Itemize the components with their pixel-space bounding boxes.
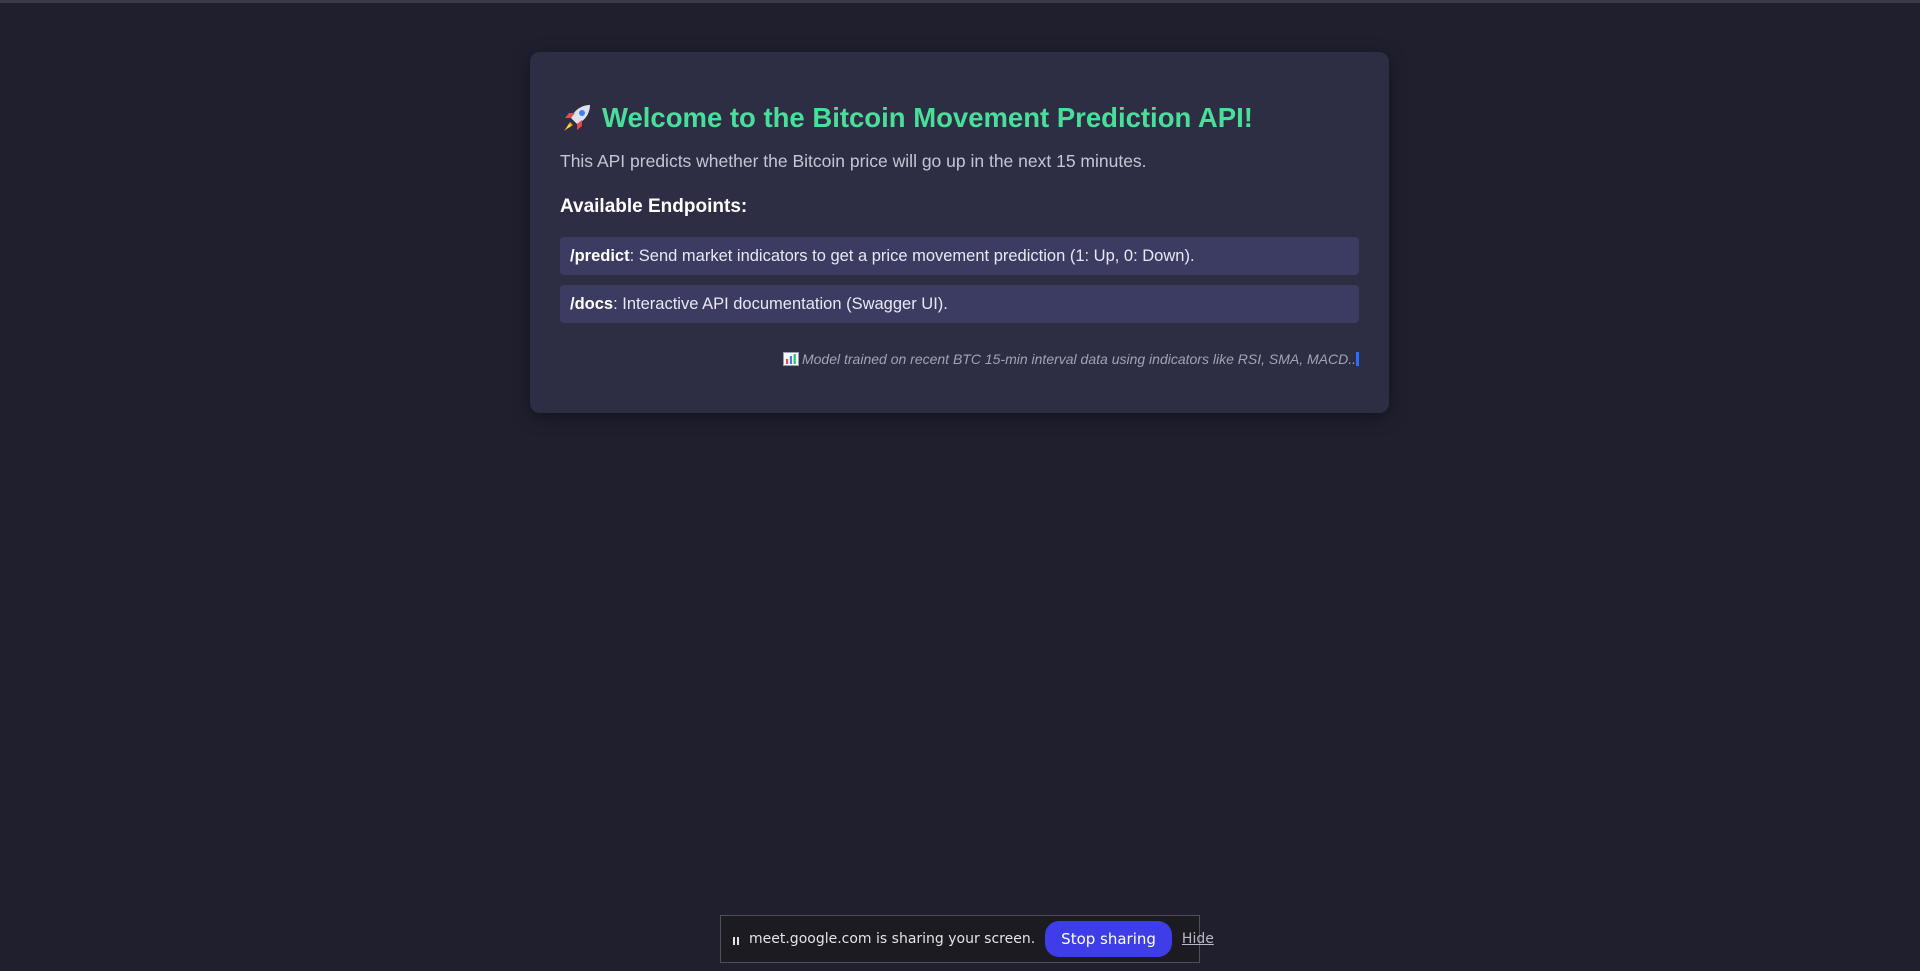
endpoint-description: : Send market indicators to get a price … — [629, 246, 1195, 265]
endpoints-heading: Available Endpoints: — [560, 196, 748, 217]
screen-share-bar: meet.google.com is sharing your screen. … — [720, 915, 1214, 963]
endpoint-list: /predict : Send market indicators to get… — [560, 237, 1359, 323]
bar-chart-icon — [782, 352, 799, 366]
stop-sharing-button[interactable]: Stop sharing — [1045, 921, 1172, 957]
intro-text: This API predicts whether the Bitcoin pr… — [560, 151, 1147, 171]
footnote-text: Model trained on recent BTC 15-min inter… — [801, 351, 1356, 367]
welcome-card: Welcome to the Bitcoin Movement Predicti… — [530, 52, 1389, 413]
page-title-text: Welcome to the Bitcoin Movement Predicti… — [602, 102, 1253, 133]
page-title: Welcome to the Bitcoin Movement Predicti… — [560, 98, 1359, 138]
share-message: meet.google.com is sharing your screen. — [749, 931, 1036, 947]
endpoint-path: /docs — [570, 294, 614, 313]
endpoint-docs: /docs : Interactive API documentation (S… — [560, 285, 1359, 323]
model-footnote: Model trained on recent BTC 15-min inter… — [560, 351, 1359, 367]
endpoint-path: /predict — [570, 246, 630, 265]
text-cursor — [1356, 352, 1359, 366]
endpoint-predict: /predict : Send market indicators to get… — [560, 237, 1359, 275]
endpoint-description: : Interactive API documentation (Swagger… — [613, 294, 948, 313]
pause-icon — [731, 934, 741, 945]
hide-link[interactable]: Hide — [1182, 931, 1214, 947]
browser-top-edge — [0, 0, 1920, 3]
rocket-icon — [560, 101, 594, 135]
